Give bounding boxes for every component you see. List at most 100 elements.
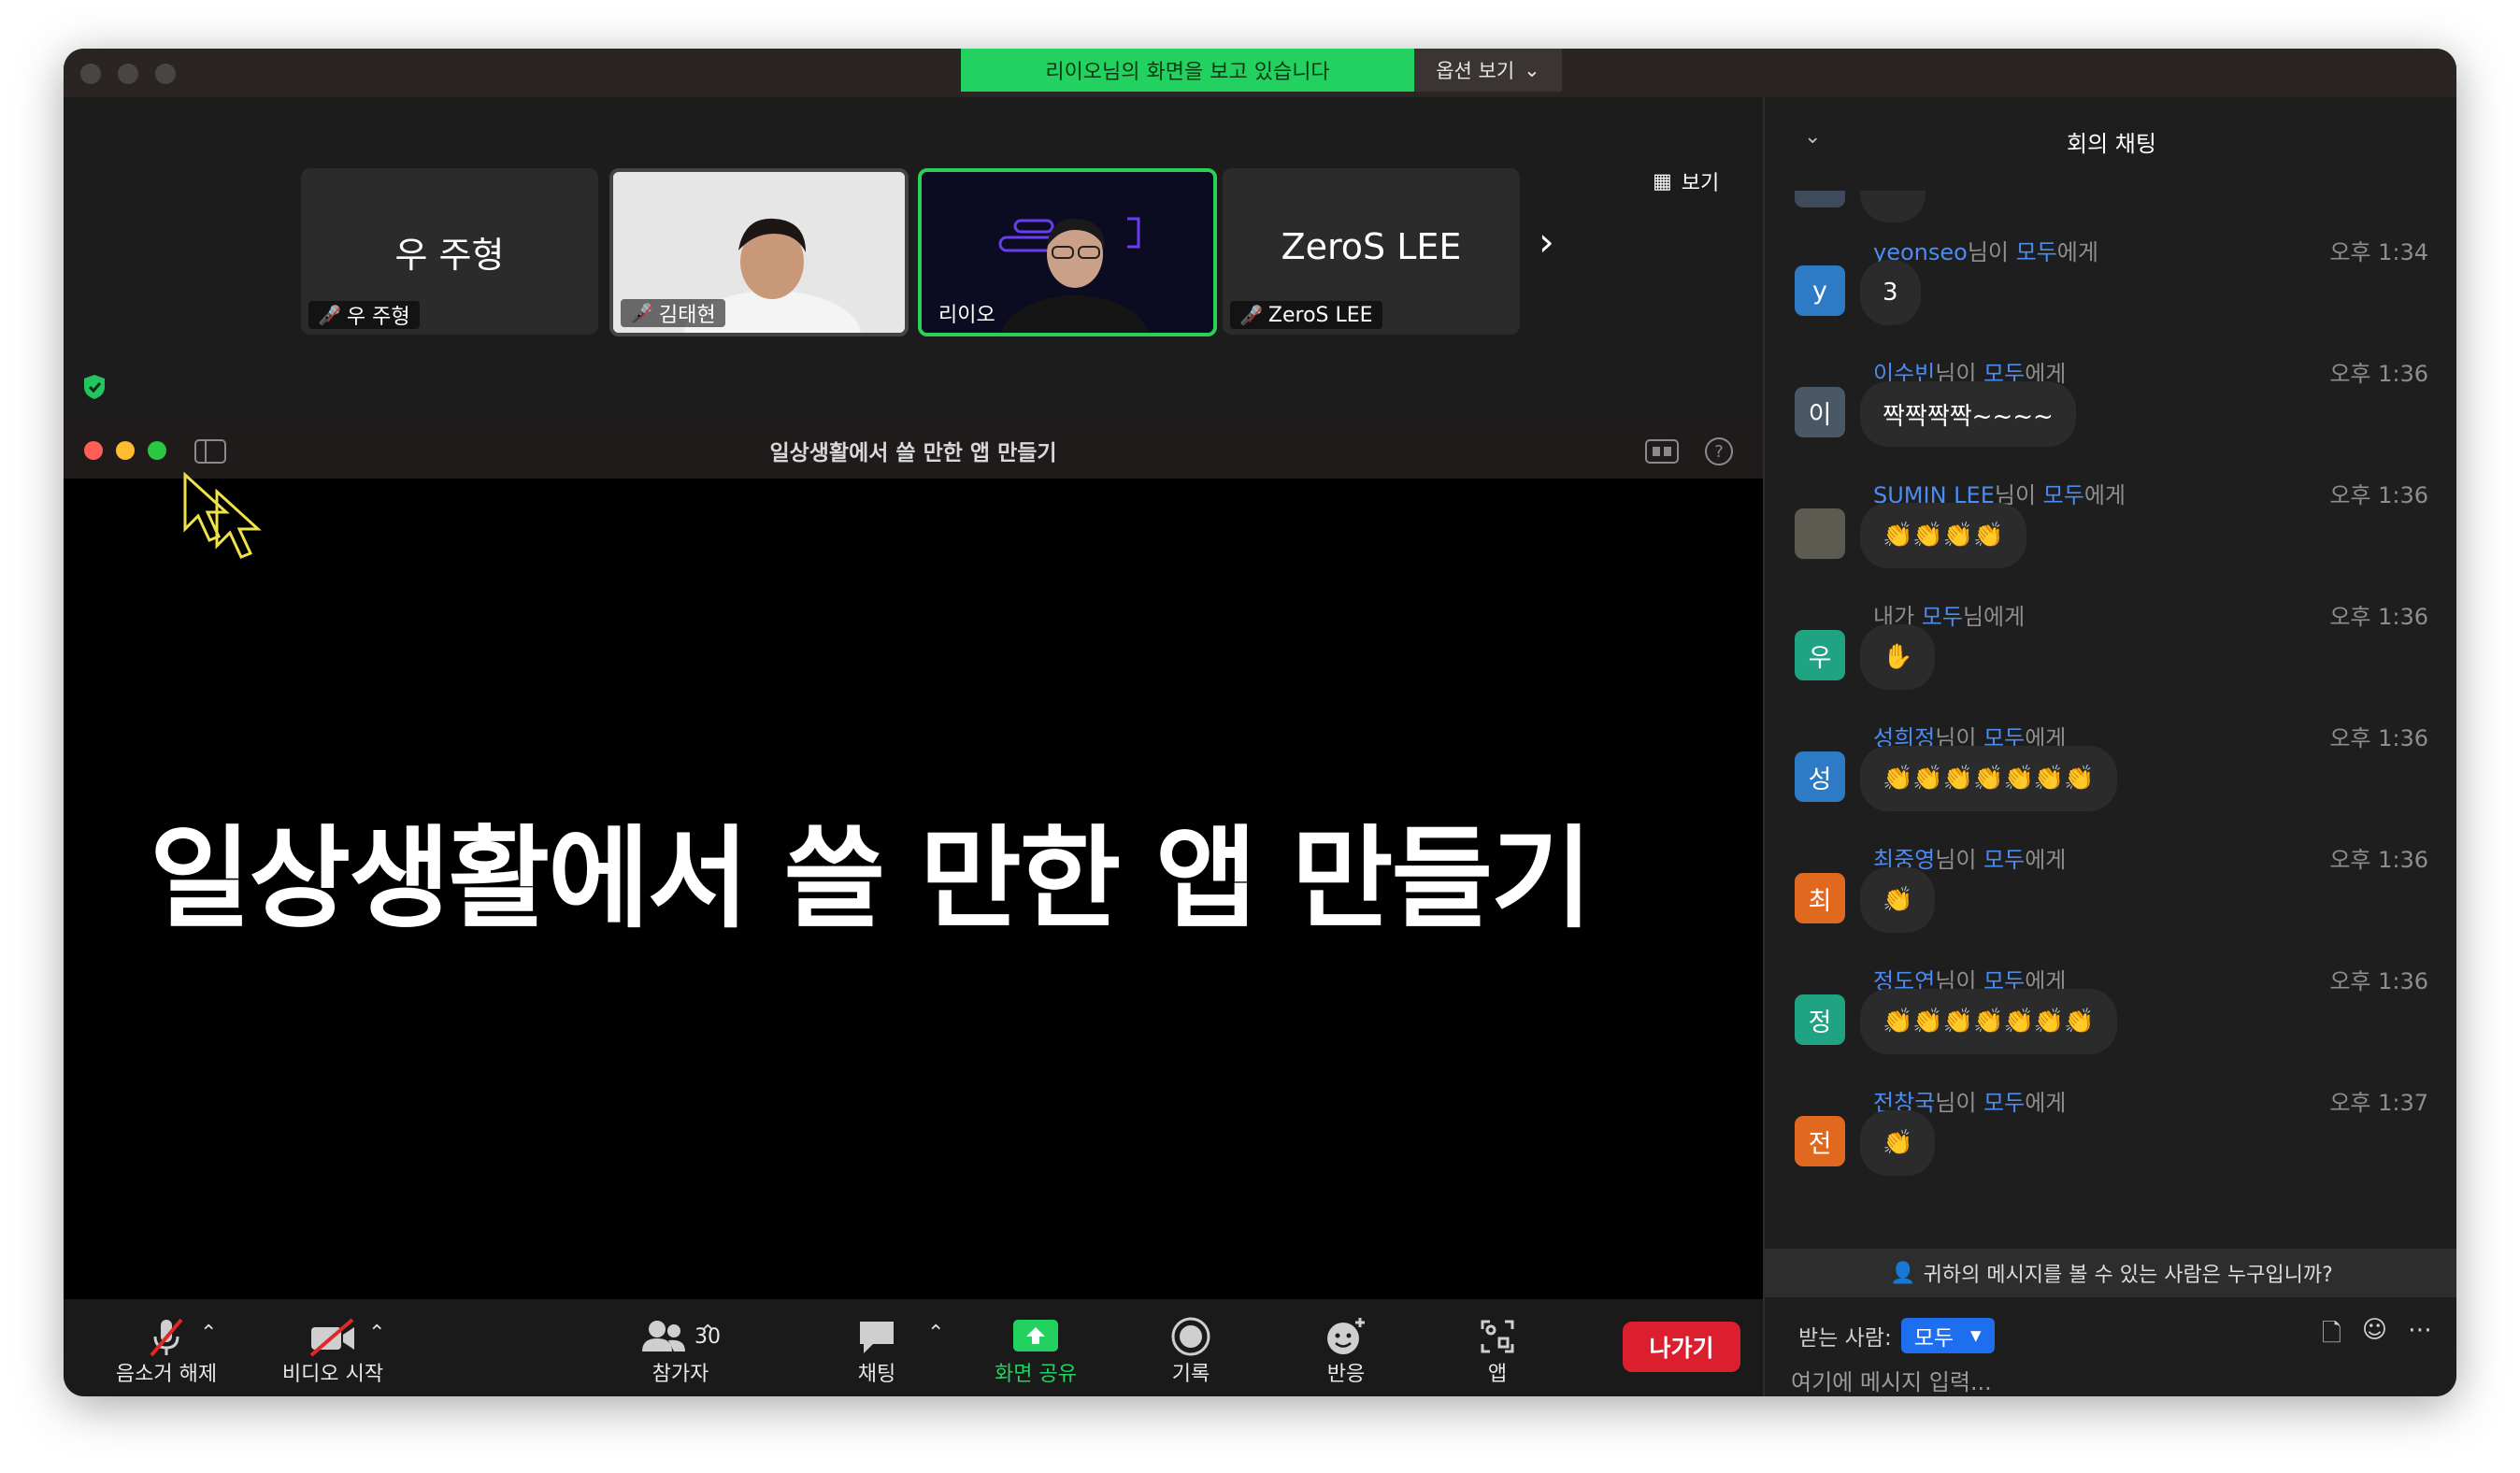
start-video-label: 비디오 시작 [281, 1363, 384, 1386]
message-recipient: 모두 [1983, 847, 2026, 873]
chat-bubble-icon [856, 1316, 897, 1357]
chat-message[interactable]: SUMIN LEE님이 모두에게 오후 1:36 👏👏👏👏 [1765, 477, 2456, 598]
message-recipient-suffix: 에게 [2056, 239, 2098, 265]
message-bubble: 👏 [1860, 867, 1936, 933]
participant-name: 리이오 [938, 304, 995, 327]
chat-options-caret[interactable]: ⌃ [927, 1322, 944, 1345]
file-attach-icon[interactable]: 🗋 [2322, 1316, 2341, 1357]
message-bubble: 👏 [1860, 1110, 1936, 1176]
chat-message[interactable]: yeonseo님이 모두에게 오후 1:34 y 3 [1765, 234, 2456, 355]
video-off-icon [308, 1316, 358, 1357]
apps-button[interactable]: 앱 [1432, 1316, 1563, 1387]
message-recipient: 모두 [2015, 239, 2057, 265]
chat-message-input[interactable] [1789, 1368, 2428, 1396]
shared-window-title: 일상생활에서 쓸 만한 앱 만들기 [769, 441, 1057, 465]
encryption-shield-icon[interactable] [82, 374, 107, 400]
participants-label: 참가자 [651, 1363, 709, 1386]
chat-message[interactable]: 전창국님이 모두에게 오후 1:37 전 👏 [1765, 1084, 2456, 1206]
apps-icon [1479, 1316, 1516, 1357]
message-bubble: ✋ [1860, 624, 1936, 690]
record-button[interactable]: 기록 [1125, 1316, 1256, 1387]
chat-message[interactable]: 정도연님이 모두에게 오후 1:36 정 👏👏👏👏👏👏👏 [1765, 963, 2456, 1084]
shared-screen: 일상생활에서 쓸 만한 앱 만들기 ? 일상생활에서 쓸 만한 앱 만들기 [64, 422, 1763, 1348]
grid-view-icon: ▦ [1653, 169, 1672, 193]
view-options-button[interactable]: 옵션 보기 ⌄ [1414, 49, 1562, 92]
message-sender-suffix: 님이 [1935, 1090, 1984, 1116]
avatar: 전 [1795, 1116, 1845, 1166]
chat-message[interactable]: 성희정님이 모두에게 오후 1:36 성 👏👏👏👏👏👏👏 [1765, 720, 2456, 841]
help-icon: ? [1705, 437, 1733, 465]
zoom-window-button[interactable] [155, 64, 176, 84]
message-recipient-suffix: 에게 [2025, 1090, 2067, 1116]
record-label: 기록 [1171, 1363, 1210, 1386]
participant-thumbnail[interactable]: 🎤̸ 김태현 [609, 168, 909, 336]
recipient-selector: 받는 사람: 모두 ▾ [1798, 1318, 1995, 1353]
reactions-button[interactable]: 반응 [1281, 1316, 1411, 1387]
screen-share-banner: 리이오님의 화면을 보고 있습니다 [961, 49, 1414, 92]
chevron-down-icon: ⌄ [1524, 59, 1540, 81]
view-button[interactable]: ▦ 보기 [1653, 166, 1719, 196]
participant-thumbnail[interactable]: 우 주형 🎤̸ 우 주형 [301, 168, 598, 335]
participant-display-name: ZeroS LEE [1281, 226, 1462, 267]
window-titlebar: 리이오님의 화면을 보고 있습니다 옵션 보기 ⌄ [64, 49, 2456, 97]
mic-muted-icon: 🎤̸ [630, 302, 653, 324]
chat-message[interactable]: 이수빈님이 모두에게 오후 1:36 이 짝짝짝짝~~~~ [1765, 355, 2456, 477]
message-time: 오후 1:37 [2329, 1090, 2428, 1116]
chat-message[interactable]: 최중영님이 모두에게 오후 1:36 최 👏 [1765, 841, 2456, 963]
message-time: 오후 1:36 [2329, 482, 2428, 508]
apps-label: 앱 [1487, 1363, 1508, 1386]
participant-thumbnail[interactable]: ZeroS LEE 🎤̸ ZeroS LEE [1223, 168, 1520, 335]
meeting-toolbar: 음소거 해제 ⌃ 비디오 시작 ⌃ 30 참가자 ⌃ 채팅 ⌃ 화면 공유 기록… [64, 1299, 1763, 1396]
message-bubble: 👏👏👏👏👏👏👏 [1860, 746, 2117, 811]
leave-meeting-button[interactable]: 나가기 [1623, 1322, 1740, 1372]
mic-muted-icon: 🎤̸ [1239, 304, 1263, 326]
message-time: 오후 1:36 [2329, 604, 2428, 630]
participant-name: ZeroS LEE [1267, 303, 1373, 327]
close-window-button[interactable] [80, 64, 101, 84]
user-visibility-icon: 👤 [1890, 1261, 1916, 1285]
audio-options-caret[interactable]: ⌃ [200, 1322, 217, 1345]
avatar: 성 [1795, 751, 1845, 802]
emoji-icon[interactable]: ☺ [2362, 1316, 2387, 1357]
avatar: 이 [1795, 387, 1845, 437]
more-options-icon[interactable]: ⋯ [2408, 1316, 2432, 1357]
avatar: 정 [1795, 994, 1845, 1045]
chat-label: 채팅 [857, 1363, 896, 1386]
meeting-chat-panel: ⌄ 회의 채팅 yeonseo님이 모두에게 오후 1:34 y 3 이수빈님이 모두에… [1763, 97, 2456, 1396]
message-recipient-suffix: 에게 [2025, 847, 2067, 873]
unmute-button[interactable]: 음소거 해제 [92, 1316, 241, 1387]
avatar: y [1795, 265, 1845, 316]
cursor-pointer-icon [183, 471, 262, 559]
reactions-label: 반응 [1326, 1363, 1366, 1386]
message-meta: yeonseo님이 모두에게 [1873, 234, 2098, 266]
message-bubble: 3 [1860, 260, 1921, 325]
recipient-dropdown[interactable]: 모두 ▾ [1900, 1318, 1995, 1353]
avatar: 최 [1795, 873, 1845, 923]
chat-message[interactable]: 내가 모두님에게 오후 1:36 우 ✋ [1765, 598, 2456, 720]
chat-button[interactable]: 채팅 [811, 1316, 942, 1387]
minimize-window-button[interactable] [118, 64, 138, 84]
participant-name-tag: 리이오 [929, 299, 1005, 327]
message-bubble: 짝짝짝짝~~~~ [1860, 381, 2076, 447]
message-recipient: 모두 [2042, 482, 2084, 508]
next-page-chevron-icon[interactable]: › [1539, 219, 1554, 265]
avatar: 우 [1795, 630, 1845, 680]
participants-options-caret[interactable]: ⌃ [699, 1322, 716, 1345]
chat-input-actions: 🗋 ☺ ⋯ [2322, 1316, 2432, 1357]
video-options-caret[interactable]: ⌃ [368, 1322, 385, 1345]
view-options-label: 옵션 보기 [1436, 60, 1515, 82]
active-speaker-thumbnail[interactable]: 리이오 [918, 168, 1217, 336]
message-time: 오후 1:34 [2329, 239, 2428, 265]
message-time: 오후 1:36 [2329, 968, 2428, 994]
message-visibility-info[interactable]: 👤 귀하의 메시지를 볼 수 있는 사람은 누구입니까? [1765, 1249, 2456, 1297]
message-time: 오후 1:36 [2329, 725, 2428, 751]
record-icon [1170, 1316, 1211, 1357]
participants-button[interactable]: 30 참가자 [587, 1316, 774, 1387]
message-bubble: 👏👏👏👏 [1860, 503, 2026, 568]
participant-name: 김태현 [658, 304, 716, 327]
slide-heading: 일상생활에서 쓸 만한 앱 만들기 [150, 814, 1593, 943]
participant-name-tag: 🎤̸ ZeroS LEE [1230, 301, 1382, 329]
meeting-area: 우 주형 🎤̸ 우 주형 🎤̸ 김태현 리이오 ZeroS LEE 🎤̸ Zer… [64, 97, 1763, 1348]
share-screen-button[interactable]: 화면 공유 [970, 1316, 1101, 1387]
chat-title: 회의 채팅 [2067, 131, 2156, 157]
